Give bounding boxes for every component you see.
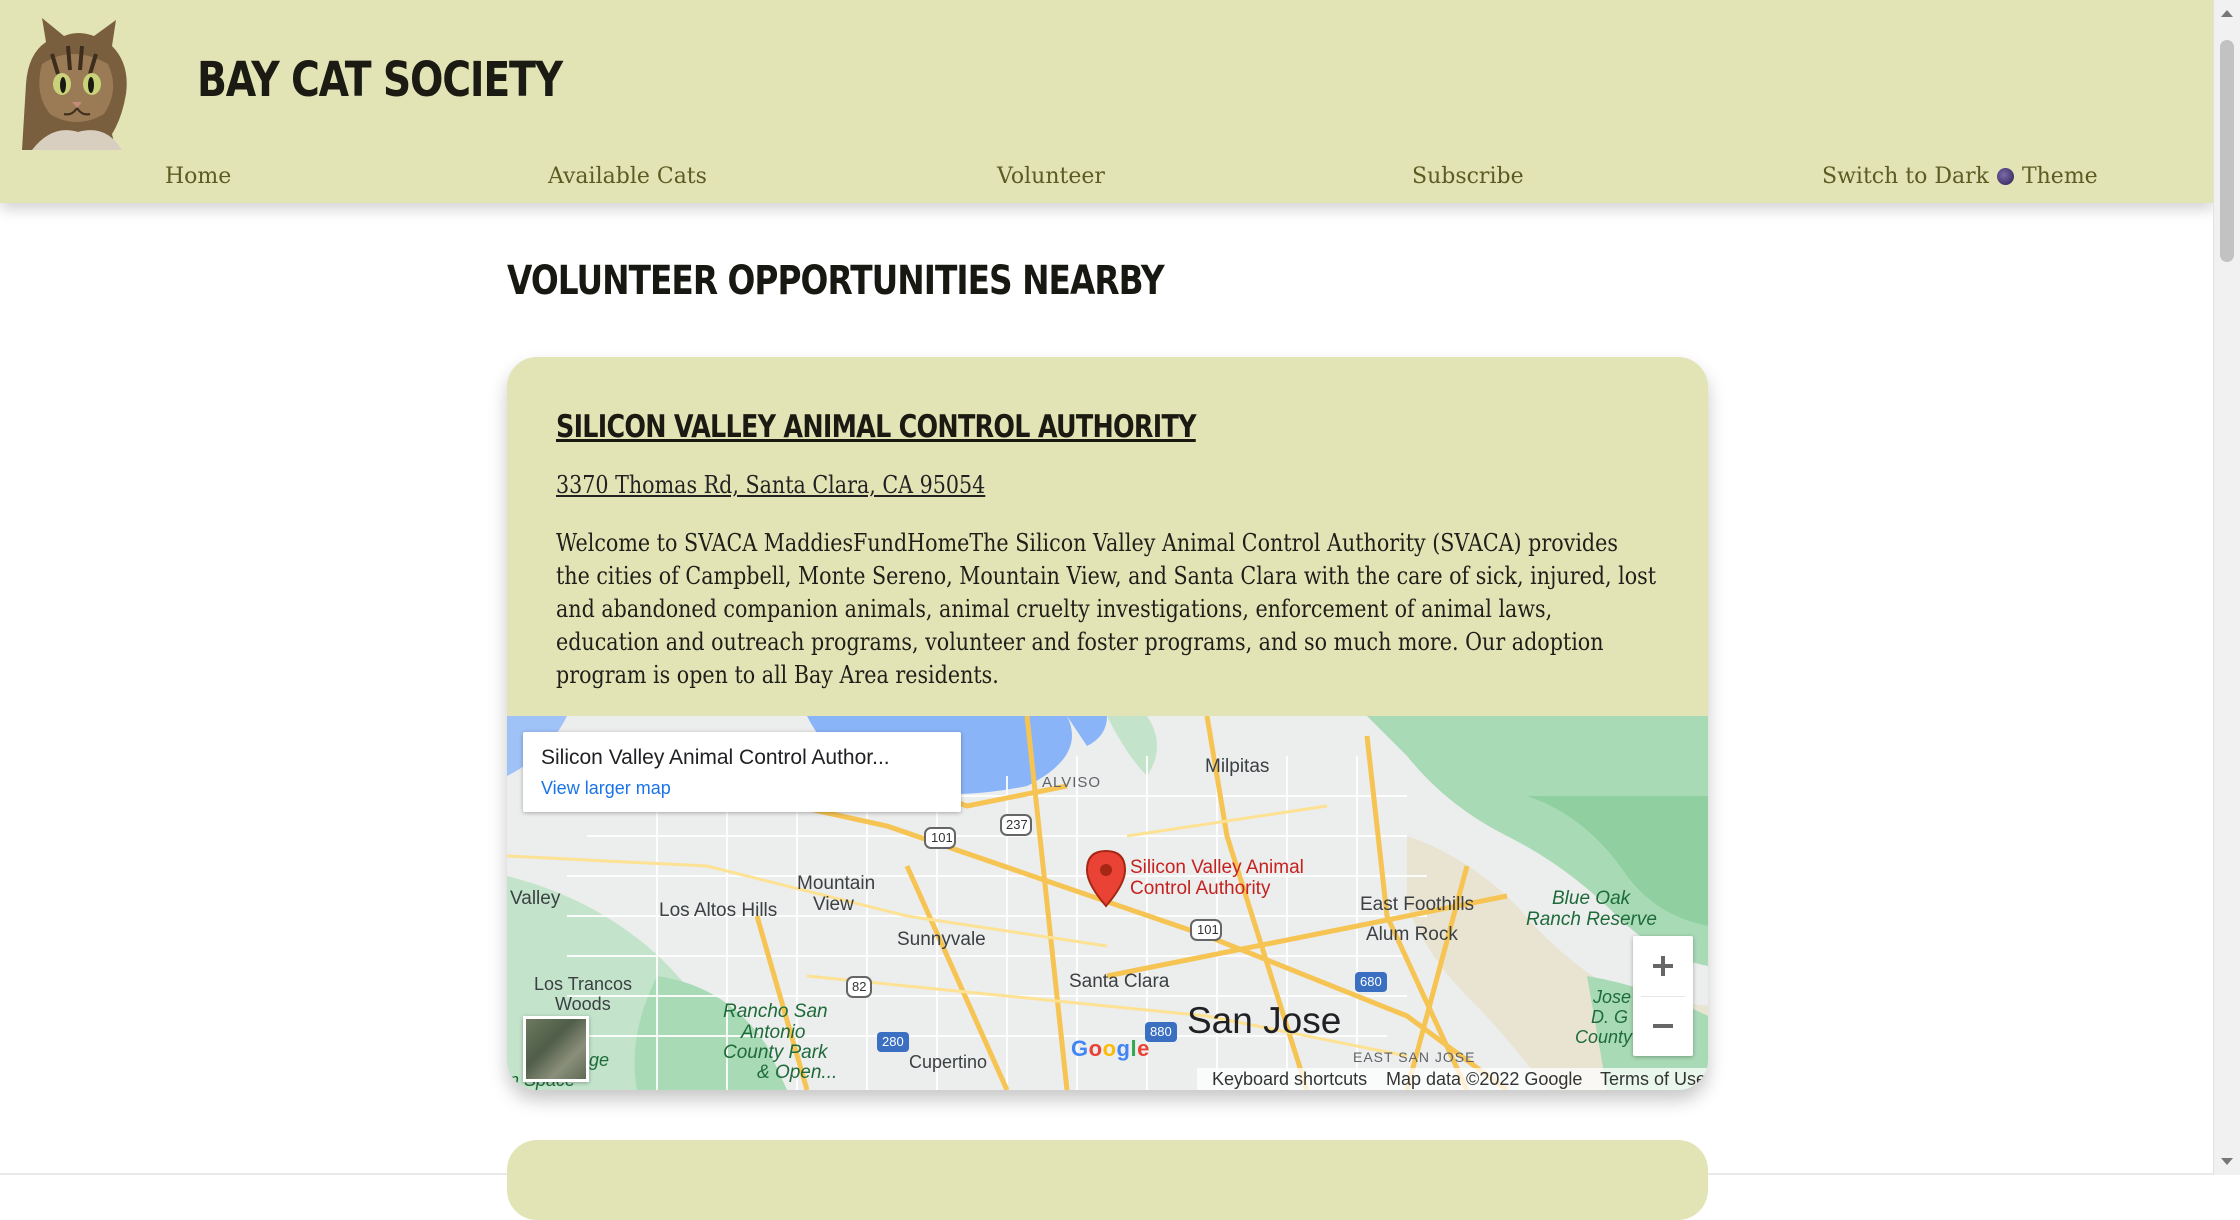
scroll-thumb[interactable]: [2220, 40, 2234, 262]
map-label: County: [1575, 1027, 1633, 1047]
volunteer-card: [507, 1140, 1708, 1220]
highway-shield: 101: [1197, 922, 1219, 937]
map-label: Santa Clara: [1069, 971, 1170, 992]
google-logo: Google: [1071, 1036, 1150, 1061]
highway-shield: 680: [1360, 974, 1382, 989]
map-label: Los Altos Hills: [659, 900, 778, 921]
map-label: Blue Oak: [1552, 888, 1631, 909]
nav-volunteer[interactable]: Volunteer: [997, 164, 1105, 189]
page-title: VOLUNTEER OPPORTUNITIES NEARBY: [507, 258, 1165, 304]
map-pin-label-line1: Silicon Valley Animal: [1130, 857, 1304, 878]
zoom-controls: [1633, 936, 1693, 1056]
map-data-attribution: Map data ©2022 Google: [1386, 1069, 1583, 1089]
map-label: Sunnyvale: [897, 929, 986, 950]
map-pin-label-line2: Control Authority: [1130, 878, 1271, 899]
map-label: EAST SAN JOSE: [1353, 1049, 1476, 1065]
view-larger-map-link[interactable]: View larger map: [541, 778, 671, 799]
map-label: ALVISO: [1042, 774, 1102, 791]
scroll-up-arrow-icon[interactable]: [2221, 10, 2233, 17]
highway-shield: 880: [1150, 1024, 1172, 1039]
map-footer: Keyboard shortcuts Map data ©2022 Google…: [1197, 1068, 1708, 1090]
moon-icon: [1996, 168, 2014, 185]
map-info-title: Silicon Valley Animal Control Author...: [541, 746, 890, 769]
map-label: Cupertino: [909, 1052, 988, 1072]
card-address-link[interactable]: 3370 Thomas Rd, Santa Clara, CA 95054: [556, 471, 985, 499]
site-header: BAY CAT SOCIETY Home Available Cats Volu…: [0, 0, 2214, 203]
zoom-in-button[interactable]: [1633, 936, 1693, 996]
map-label: Ranch Reserve: [1526, 909, 1657, 930]
cat-logo-icon[interactable]: [12, 14, 136, 150]
map-label: ge: [589, 1050, 610, 1070]
highway-shield: 280: [882, 1034, 904, 1049]
map-label: Los Trancos: [534, 974, 633, 994]
theme-toggle-label: Switch to Dark: [1822, 164, 1989, 189]
nav-home[interactable]: Home: [165, 164, 231, 189]
map-label: Mountain: [797, 873, 876, 894]
nav-available-cats[interactable]: Available Cats: [548, 164, 707, 189]
highway-shield: 101: [931, 830, 953, 845]
map-label: East Foothills: [1360, 894, 1475, 915]
map-label: Jose: [1593, 987, 1632, 1007]
map-info-card: Silicon Valley Animal Control Author... …: [523, 732, 961, 812]
scroll-down-arrow-icon[interactable]: [2221, 1158, 2233, 1165]
map-label: Valley: [510, 888, 561, 909]
map-label: San Jose: [1187, 1000, 1342, 1041]
map-pin-label[interactable]: Silicon Valley Animal Control Authority: [1130, 857, 1304, 899]
map-label: View: [813, 894, 854, 915]
map-label: County Park: [723, 1042, 828, 1063]
map-label: & Open...: [757, 1062, 838, 1083]
highway-shield: 237: [1006, 817, 1028, 832]
map-label: Milpitas: [1205, 756, 1270, 777]
site-title: BAY CAT SOCIETY: [197, 52, 563, 108]
card-title-link[interactable]: SILICON VALLEY ANIMAL CONTROL AUTHORITY: [556, 409, 1196, 445]
map-label: Woods: [555, 994, 611, 1014]
minus-icon: [1653, 1024, 1673, 1028]
keyboard-shortcuts-link[interactable]: Keyboard shortcuts: [1212, 1069, 1367, 1090]
zoom-out-button[interactable]: [1633, 996, 1693, 1056]
nav-subscribe[interactable]: Subscribe: [1412, 164, 1524, 189]
theme-toggle-suffix: Theme: [2021, 164, 2098, 189]
terms-of-use-link[interactable]: Terms of Use: [1600, 1069, 1706, 1090]
vertical-scrollbar[interactable]: [2213, 0, 2240, 1175]
map-label: Antonio: [741, 1022, 806, 1043]
theme-toggle-button[interactable]: Switch to Dark Theme: [1822, 164, 2098, 189]
map-label: D. G: [1591, 1007, 1629, 1027]
volunteer-card: SILICON VALLEY ANIMAL CONTROL AUTHORITY …: [507, 357, 1708, 1090]
card-description: Welcome to SVACA MaddiesFundHomeThe Sili…: [556, 529, 1657, 689]
satellite-layer-toggle[interactable]: [523, 1016, 589, 1082]
map-label: Rancho San: [723, 1001, 828, 1022]
embedded-map[interactable]: ALVISO Milpitas Mountain View Valley Los…: [507, 716, 1708, 1090]
highway-shield: 82: [852, 979, 867, 994]
map-label: Alum Rock: [1366, 924, 1458, 945]
